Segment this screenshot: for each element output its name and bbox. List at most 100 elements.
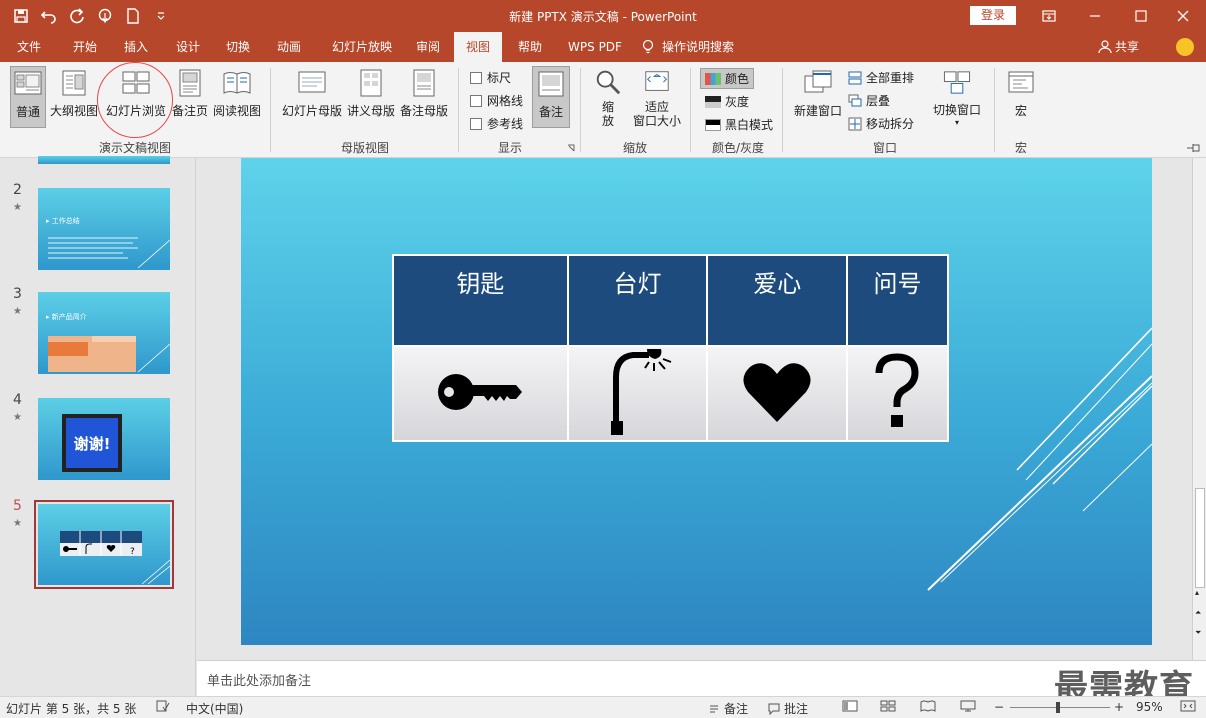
notes-master-icon <box>413 69 435 97</box>
color-button[interactable]: 颜色 <box>700 68 755 89</box>
tab-design[interactable]: 设计 <box>166 32 210 62</box>
arrange-all-button[interactable]: 全部重排 <box>848 69 914 86</box>
tab-animations[interactable]: 动画 <box>266 32 312 62</box>
scrollbar-thumb[interactable] <box>1195 488 1205 588</box>
thumb-icon-table: ? <box>60 531 170 585</box>
thumbnail-slide-5-selection-frame[interactable]: ? <box>34 500 174 589</box>
normal-view-button[interactable]: 普通 <box>10 66 46 128</box>
color-group-label: 颜色/灰度 <box>711 141 765 155</box>
switch-windows-button[interactable]: 切换窗口 ▾ <box>930 66 984 128</box>
zoom-button[interactable]: 缩 放 <box>590 66 626 128</box>
lightbulb-icon <box>642 39 654 54</box>
close-icon[interactable] <box>1160 0 1206 32</box>
notes-master-label: 备注母版 <box>399 104 448 118</box>
table-header-cell[interactable]: 爱心 <box>706 254 849 347</box>
fit-to-window-button[interactable]: 适应 窗口大小 <box>630 66 684 128</box>
table-icon-cell[interactable] <box>706 345 849 442</box>
black-white-button[interactable]: 黑白模式 <box>705 116 773 133</box>
tab-help[interactable]: 帮助 <box>508 32 552 62</box>
tab-transitions[interactable]: 切换 <box>216 32 260 62</box>
fit-label-line2: 窗口大小 <box>632 114 681 128</box>
table-icon-cell[interactable] <box>566 345 709 442</box>
fit-slide-status-icon[interactable] <box>1180 700 1196 712</box>
table-header-cell[interactable]: 台灯 <box>566 254 709 347</box>
next-slide-icon[interactable]: ⏷ <box>1195 628 1201 638</box>
show-dialog-launcher-icon[interactable] <box>566 142 576 152</box>
slide-counter: 幻灯片 第 5 张，共 5 张 <box>6 702 137 716</box>
thumbnail-slide-2[interactable]: ▸ 工作总结 <box>38 188 170 270</box>
notes-toggle-button[interactable]: 备注 <box>532 66 570 128</box>
new-window-button[interactable]: 新建窗口 <box>792 66 844 128</box>
spell-check-icon[interactable] <box>156 700 170 712</box>
table-icon-cell[interactable] <box>392 345 569 442</box>
handout-master-button[interactable]: 讲义母版 <box>346 66 396 128</box>
cascade-button[interactable]: 层叠 <box>848 92 890 109</box>
normal-view-status-icon[interactable] <box>842 700 858 712</box>
thumbnail-slide-3[interactable]: ▸ 新产品简介 <box>38 292 170 374</box>
zoom-out-icon[interactable]: − <box>994 700 1004 714</box>
window-group-label: 窗口 <box>872 141 897 155</box>
tab-home[interactable]: 开始 <box>62 32 108 62</box>
outline-view-button[interactable]: 大纲视图 <box>50 66 98 128</box>
notes-page-button[interactable]: 备注页 <box>170 66 210 128</box>
ribbon-display-options-icon[interactable] <box>1026 0 1072 32</box>
reading-view-status-icon[interactable] <box>920 700 936 712</box>
comments-status-button[interactable]: 批注 <box>768 700 808 717</box>
switch-windows-chevron-icon: ▾ <box>954 118 959 127</box>
guides-checkbox[interactable]: 参考线 <box>470 115 523 132</box>
zoom-level[interactable]: 95% <box>1136 700 1163 714</box>
minimize-icon[interactable] <box>1072 0 1118 32</box>
slide-master-label: 幻灯片母版 <box>281 104 342 118</box>
pin-ribbon-icon[interactable] <box>1186 142 1202 154</box>
person-icon <box>1098 40 1112 54</box>
feedback-smiley-icon[interactable] <box>1176 38 1194 56</box>
tab-file[interactable]: 文件 <box>8 32 50 62</box>
gridlines-checkbox[interactable]: 网格线 <box>470 92 523 109</box>
language-indicator[interactable]: 中文(中国) <box>186 700 243 717</box>
table-header-cell[interactable]: 问号 <box>846 254 949 347</box>
group-separator <box>994 68 995 152</box>
thumb-thanks-box: 谢谢! <box>62 414 122 472</box>
title-bar: 新建 PPTX 演示文稿 - PowerPoint 登录 <box>0 0 1206 32</box>
grayscale-button[interactable]: 灰度 <box>705 93 749 110</box>
reading-view-button[interactable]: 阅读视图 <box>212 66 262 128</box>
zoom-in-icon[interactable]: + <box>1114 700 1124 714</box>
notes-placeholder[interactable]: 单击此处添加备注 <box>207 670 311 689</box>
table-header-cell[interactable]: 钥匙 <box>392 254 569 347</box>
thumbnail-slide-5[interactable]: ? <box>38 504 170 585</box>
slide-sorter-status-icon[interactable] <box>880 700 896 712</box>
zoom-slider-track[interactable] <box>1010 707 1110 708</box>
current-slide[interactable]: 钥匙 台灯 爱心 问号 <box>241 158 1152 645</box>
outline-view-icon <box>62 70 86 96</box>
prev-slide-icon[interactable]: ⏶ <box>1195 608 1201 618</box>
group-separator <box>782 68 783 152</box>
macros-button[interactable]: 宏 <box>1002 66 1040 128</box>
tell-me-search[interactable]: 操作说明搜索 <box>642 32 762 62</box>
login-button[interactable]: 登录 <box>970 6 1016 25</box>
thumbnail-slide-4[interactable]: 谢谢! <box>38 398 170 480</box>
maximize-icon[interactable] <box>1118 0 1164 32</box>
slideshow-status-icon[interactable] <box>960 700 976 712</box>
slide-number-current: 5 <box>13 498 22 514</box>
highlight-circle-annotation <box>97 62 173 138</box>
slide-thumbnail-pane: 2 ★ ▸ 工作总结 3 ★ ▸ 新产品简介 4 ★ 谢谢! 5 ★ ? <box>0 156 196 696</box>
thumbnail-slide-1-partial[interactable] <box>38 156 170 164</box>
tab-slideshow[interactable]: 幻灯片放映 <box>320 32 404 62</box>
tab-insert[interactable]: 插入 <box>114 32 158 62</box>
tab-review[interactable]: 审阅 <box>408 32 448 62</box>
ruler-checkbox[interactable]: 标尺 <box>470 69 511 86</box>
notes-master-button[interactable]: 备注母版 <box>398 66 450 128</box>
notes-status-button[interactable]: 备注 <box>708 700 748 717</box>
move-split-button[interactable]: 移动拆分 <box>848 115 914 132</box>
share-button[interactable]: 共享 <box>1098 32 1139 62</box>
slide-master-button[interactable]: 幻灯片母版 <box>280 66 344 128</box>
grayscale-swatch-icon <box>705 95 721 108</box>
tab-wps-pdf[interactable]: WPS PDF <box>560 32 630 62</box>
table-icon-cell[interactable] <box>846 345 949 442</box>
zoom-slider-handle[interactable] <box>1056 702 1060 713</box>
scroll-up-icon[interactable]: ▴ <box>1195 588 1199 597</box>
vertical-scrollbar[interactable]: ▴ ⏶ ⏷ <box>1192 158 1206 660</box>
notes-toggle-label: 备注 <box>538 105 563 119</box>
icon-table[interactable]: 钥匙 台灯 爱心 问号 <box>392 254 949 442</box>
tab-view[interactable]: 视图 <box>454 32 502 62</box>
